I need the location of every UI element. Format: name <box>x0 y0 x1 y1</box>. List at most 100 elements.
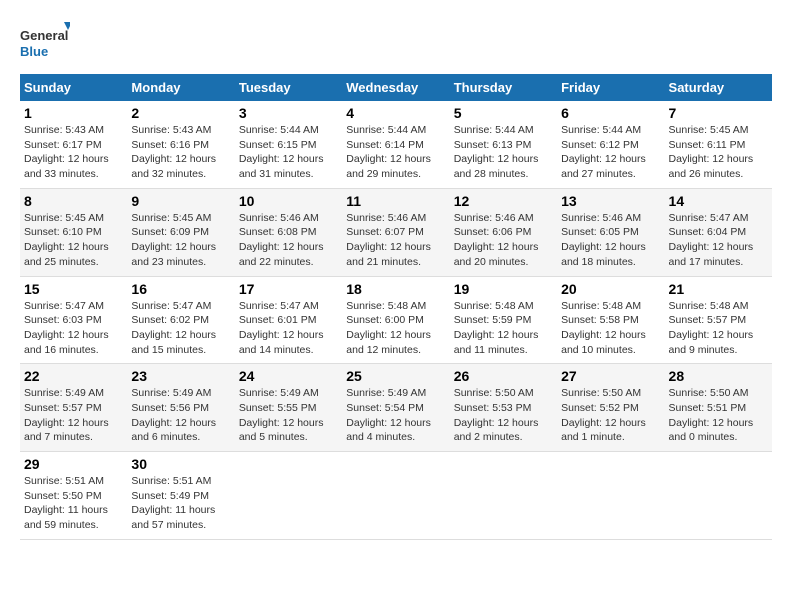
day-number: 11 <box>346 193 445 209</box>
day-info: Sunrise: 5:46 AMSunset: 6:07 PMDaylight:… <box>346 211 445 270</box>
day-info: Sunrise: 5:48 AMSunset: 6:00 PMDaylight:… <box>346 299 445 358</box>
day-info: Sunrise: 5:44 AMSunset: 6:12 PMDaylight:… <box>561 123 660 182</box>
day-number: 24 <box>239 368 338 384</box>
day-cell: 11 Sunrise: 5:46 AMSunset: 6:07 PMDayligh… <box>342 188 449 276</box>
day-number: 17 <box>239 281 338 297</box>
day-number: 29 <box>24 456 123 472</box>
header-row: SundayMondayTuesdayWednesdayThursdayFrid… <box>20 74 772 101</box>
day-cell <box>235 452 342 540</box>
day-cell: 26 Sunrise: 5:50 AMSunset: 5:53 PMDayligh… <box>450 364 557 452</box>
day-cell: 14 Sunrise: 5:47 AMSunset: 6:04 PMDayligh… <box>665 188 772 276</box>
day-info: Sunrise: 5:45 AMSunset: 6:09 PMDaylight:… <box>131 211 230 270</box>
day-info: Sunrise: 5:51 AMSunset: 5:50 PMDaylight:… <box>24 474 123 533</box>
day-number: 2 <box>131 105 230 121</box>
day-info: Sunrise: 5:47 AMSunset: 6:02 PMDaylight:… <box>131 299 230 358</box>
day-cell: 10 Sunrise: 5:46 AMSunset: 6:08 PMDayligh… <box>235 188 342 276</box>
week-row-5: 29 Sunrise: 5:51 AMSunset: 5:50 PMDayligh… <box>20 452 772 540</box>
col-header-sunday: Sunday <box>20 74 127 101</box>
day-cell: 12 Sunrise: 5:46 AMSunset: 6:06 PMDayligh… <box>450 188 557 276</box>
day-cell: 24Sunrise: 5:49 AMSunset: 5:55 PMDayligh… <box>235 364 342 452</box>
day-cell: 2 Sunrise: 5:43 AMSunset: 6:16 PMDaylight… <box>127 101 234 188</box>
day-cell <box>665 452 772 540</box>
day-number: 22 <box>24 368 123 384</box>
day-cell: 4 Sunrise: 5:44 AMSunset: 6:14 PMDaylight… <box>342 101 449 188</box>
col-header-monday: Monday <box>127 74 234 101</box>
day-number: 7 <box>669 105 768 121</box>
day-info: Sunrise: 5:51 AMSunset: 5:49 PMDaylight:… <box>131 474 230 533</box>
logo: General Blue <box>20 20 70 64</box>
day-cell: 15 Sunrise: 5:47 AMSunset: 6:03 PMDayligh… <box>20 276 127 364</box>
day-info: Sunrise: 5:46 AMSunset: 6:06 PMDaylight:… <box>454 211 553 270</box>
day-cell: 5Sunrise: 5:44 AMSunset: 6:13 PMDaylight… <box>450 101 557 188</box>
day-cell: 30 Sunrise: 5:51 AMSunset: 5:49 PMDayligh… <box>127 452 234 540</box>
day-number: 30 <box>131 456 230 472</box>
day-info: Sunrise: 5:48 AMSunset: 5:58 PMDaylight:… <box>561 299 660 358</box>
day-cell: 6 Sunrise: 5:44 AMSunset: 6:12 PMDaylight… <box>557 101 664 188</box>
day-number: 18 <box>346 281 445 297</box>
day-number: 15 <box>24 281 123 297</box>
day-number: 10 <box>239 193 338 209</box>
page-header: General Blue <box>20 20 772 64</box>
day-cell: 18 Sunrise: 5:48 AMSunset: 6:00 PMDayligh… <box>342 276 449 364</box>
day-cell: 23 Sunrise: 5:49 AMSunset: 5:56 PMDayligh… <box>127 364 234 452</box>
day-cell: 29 Sunrise: 5:51 AMSunset: 5:50 PMDayligh… <box>20 452 127 540</box>
day-cell: 7Sunrise: 5:45 AMSunset: 6:11 PMDaylight… <box>665 101 772 188</box>
day-cell: 16 Sunrise: 5:47 AMSunset: 6:02 PMDayligh… <box>127 276 234 364</box>
day-cell <box>342 452 449 540</box>
logo-svg: General Blue <box>20 20 70 64</box>
day-number: 8 <box>24 193 123 209</box>
day-info: Sunrise: 5:49 AMSunset: 5:54 PMDaylight:… <box>346 386 445 445</box>
day-cell: 20 Sunrise: 5:48 AMSunset: 5:58 PMDayligh… <box>557 276 664 364</box>
col-header-thursday: Thursday <box>450 74 557 101</box>
day-info: Sunrise: 5:43 AMSunset: 6:17 PMDaylight:… <box>24 123 123 182</box>
day-info: Sunrise: 5:44 AMSunset: 6:15 PMDaylight:… <box>239 123 338 182</box>
calendar-table: SundayMondayTuesdayWednesdayThursdayFrid… <box>20 74 772 540</box>
day-info: Sunrise: 5:48 AMSunset: 5:57 PMDaylight:… <box>669 299 768 358</box>
day-cell: 13Sunrise: 5:46 AMSunset: 6:05 PMDayligh… <box>557 188 664 276</box>
col-header-wednesday: Wednesday <box>342 74 449 101</box>
col-header-friday: Friday <box>557 74 664 101</box>
col-header-saturday: Saturday <box>665 74 772 101</box>
svg-text:General: General <box>20 28 68 43</box>
day-cell: 25 Sunrise: 5:49 AMSunset: 5:54 PMDayligh… <box>342 364 449 452</box>
day-number: 14 <box>669 193 768 209</box>
day-info: Sunrise: 5:47 AMSunset: 6:03 PMDaylight:… <box>24 299 123 358</box>
day-number: 20 <box>561 281 660 297</box>
day-number: 27 <box>561 368 660 384</box>
day-info: Sunrise: 5:43 AMSunset: 6:16 PMDaylight:… <box>131 123 230 182</box>
day-cell: 17 Sunrise: 5:47 AMSunset: 6:01 PMDayligh… <box>235 276 342 364</box>
day-number: 23 <box>131 368 230 384</box>
day-number: 26 <box>454 368 553 384</box>
day-info: Sunrise: 5:50 AMSunset: 5:53 PMDaylight:… <box>454 386 553 445</box>
day-info: Sunrise: 5:47 AMSunset: 6:01 PMDaylight:… <box>239 299 338 358</box>
day-number: 21 <box>669 281 768 297</box>
day-number: 16 <box>131 281 230 297</box>
day-info: Sunrise: 5:44 AMSunset: 6:14 PMDaylight:… <box>346 123 445 182</box>
day-cell: 28 Sunrise: 5:50 AMSunset: 5:51 PMDayligh… <box>665 364 772 452</box>
day-number: 1 <box>24 105 123 121</box>
week-row-4: 22Sunrise: 5:49 AMSunset: 5:57 PMDayligh… <box>20 364 772 452</box>
day-number: 25 <box>346 368 445 384</box>
day-number: 9 <box>131 193 230 209</box>
day-info: Sunrise: 5:46 AMSunset: 6:08 PMDaylight:… <box>239 211 338 270</box>
week-row-1: 1 Sunrise: 5:43 AMSunset: 6:17 PMDaylight… <box>20 101 772 188</box>
week-row-2: 8Sunrise: 5:45 AMSunset: 6:10 PMDaylight… <box>20 188 772 276</box>
day-info: Sunrise: 5:50 AMSunset: 5:52 PMDaylight:… <box>561 386 660 445</box>
day-cell: 22Sunrise: 5:49 AMSunset: 5:57 PMDayligh… <box>20 364 127 452</box>
day-number: 28 <box>669 368 768 384</box>
day-cell: 1 Sunrise: 5:43 AMSunset: 6:17 PMDaylight… <box>20 101 127 188</box>
day-cell: 19Sunrise: 5:48 AMSunset: 5:59 PMDayligh… <box>450 276 557 364</box>
day-number: 3 <box>239 105 338 121</box>
day-number: 13 <box>561 193 660 209</box>
day-number: 6 <box>561 105 660 121</box>
day-info: Sunrise: 5:50 AMSunset: 5:51 PMDaylight:… <box>669 386 768 445</box>
day-number: 12 <box>454 193 553 209</box>
day-number: 4 <box>346 105 445 121</box>
day-cell: 3 Sunrise: 5:44 AMSunset: 6:15 PMDaylight… <box>235 101 342 188</box>
day-number: 19 <box>454 281 553 297</box>
day-cell: 9 Sunrise: 5:45 AMSunset: 6:09 PMDaylight… <box>127 188 234 276</box>
day-cell <box>450 452 557 540</box>
day-number: 5 <box>454 105 553 121</box>
day-info: Sunrise: 5:49 AMSunset: 5:56 PMDaylight:… <box>131 386 230 445</box>
day-info: Sunrise: 5:47 AMSunset: 6:04 PMDaylight:… <box>669 211 768 270</box>
